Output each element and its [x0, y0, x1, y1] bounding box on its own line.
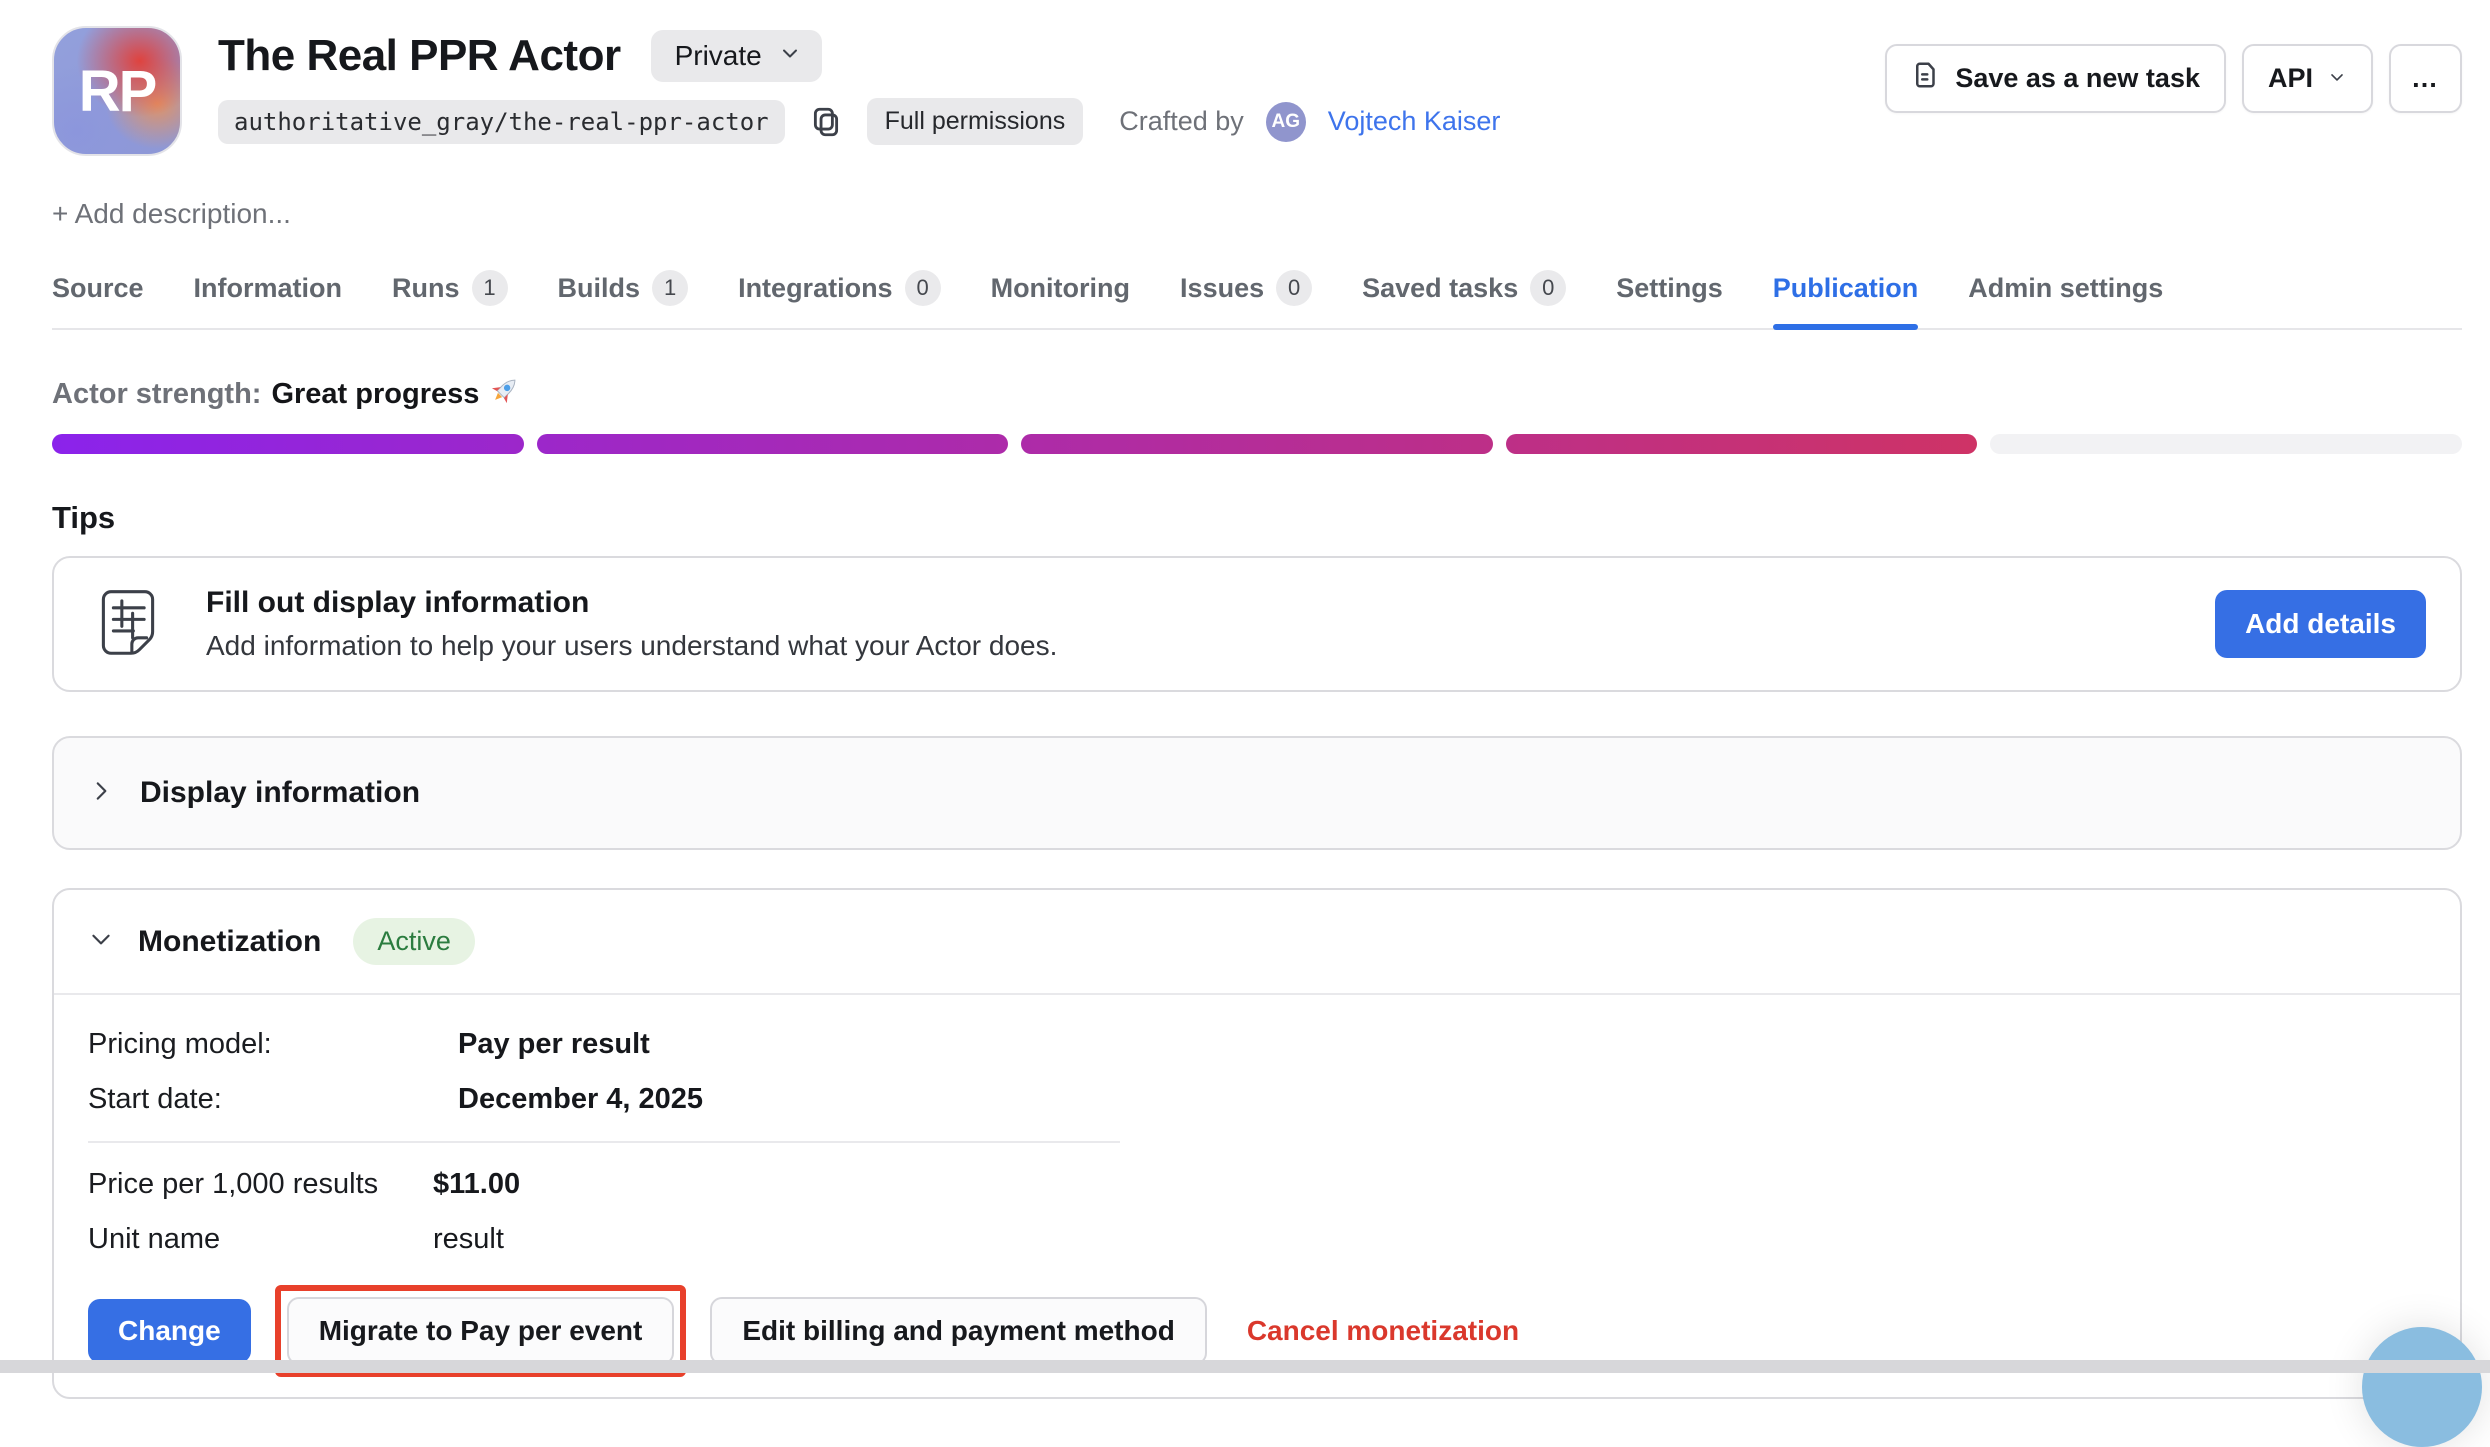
add-details-button[interactable]: Add details: [2215, 590, 2426, 658]
tab-source[interactable]: Source: [52, 270, 144, 328]
tips-card-description: Add information to help your users under…: [206, 630, 1057, 662]
progress-segment-filled: [537, 434, 1009, 454]
actor-avatar: RP: [52, 26, 182, 156]
display-information-section[interactable]: Display information: [52, 736, 2462, 850]
actor-strength: Actor strength: Great progress: [52, 374, 2462, 414]
chevron-down-icon: [778, 40, 802, 72]
cancel-monetization-button[interactable]: Cancel monetization: [1247, 1315, 1519, 1347]
tab-saved-tasks[interactable]: Saved tasks0: [1362, 270, 1566, 328]
start-date-row: Start date: December 4, 2025: [88, 1072, 2426, 1127]
tips-card-title: Fill out display information: [206, 586, 1057, 620]
tab-integrations[interactable]: Integrations0: [738, 270, 941, 328]
monetization-body: Pricing model: Pay per result Start date…: [54, 995, 2460, 1397]
actor-avatar-initials: RP: [79, 58, 156, 125]
author-link[interactable]: Vojtech Kaiser: [1328, 106, 1501, 137]
tab-builds[interactable]: Builds1: [558, 270, 689, 328]
tab-publication[interactable]: Publication: [1773, 270, 1919, 328]
row-label: Unit name: [88, 1223, 433, 1256]
price-per-results-row: Price per 1,000 results $11.00: [88, 1157, 2426, 1212]
tab-count-badge: 1: [472, 270, 508, 306]
chevron-down-icon: [2327, 63, 2347, 94]
row-label: Price per 1,000 results: [88, 1168, 433, 1201]
visibility-dropdown[interactable]: Private: [651, 30, 822, 82]
tab-count-badge: 0: [905, 270, 941, 306]
tab-information[interactable]: Information: [194, 270, 343, 328]
display-information-title: Display information: [140, 776, 420, 810]
actor-strength-progress-bar: [52, 434, 2462, 454]
row-value: $11.00: [433, 1168, 520, 1201]
tips-card: Fill out display information Add informa…: [52, 556, 2462, 692]
row-label: Start date:: [88, 1083, 458, 1116]
row-label: Pricing model:: [88, 1028, 458, 1061]
row-value: result: [433, 1223, 504, 1256]
page: RP The Real PPR Actor Private authoritat…: [0, 0, 2490, 1399]
pricing-model-row: Pricing model: Pay per result: [88, 1017, 2426, 1072]
tab-count-badge: 1: [652, 270, 688, 306]
tab-settings[interactable]: Settings: [1616, 270, 1723, 328]
save-as-new-task-button[interactable]: Save as a new task: [1885, 44, 2226, 113]
actor-strength-label: Actor strength:: [52, 378, 261, 411]
document-icon: [1911, 60, 1941, 97]
tab-runs[interactable]: Runs1: [392, 270, 508, 328]
form-document-icon: [88, 584, 168, 664]
migrate-to-pay-per-event-button[interactable]: Migrate to Pay per event: [287, 1297, 675, 1365]
header-actions: Save as a new task API …: [1885, 44, 2462, 113]
row-value: Pay per result: [458, 1028, 650, 1061]
monetization-title: Monetization: [138, 925, 321, 959]
divider: [88, 1141, 1120, 1143]
visibility-label: Private: [675, 40, 762, 72]
author-avatar: AG: [1266, 102, 1306, 142]
tips-heading: Tips: [52, 500, 2462, 536]
more-options-button[interactable]: …: [2389, 44, 2462, 113]
tab-issues[interactable]: Issues0: [1180, 270, 1312, 328]
chevron-down-icon: [88, 926, 114, 957]
change-button[interactable]: Change: [88, 1299, 251, 1363]
add-description-link[interactable]: + Add description...: [52, 198, 2462, 230]
save-as-new-task-label: Save as a new task: [1955, 63, 2200, 94]
status-badge: Active: [353, 918, 475, 965]
tab-admin-settings[interactable]: Admin settings: [1968, 270, 2163, 328]
crafted-by-label: Crafted by: [1119, 106, 1244, 137]
api-button[interactable]: API: [2242, 44, 2373, 113]
tab-bar: Source Information Runs1 Builds1 Integra…: [52, 270, 2462, 330]
edit-billing-button[interactable]: Edit billing and payment method: [710, 1297, 1206, 1365]
progress-segment-filled: [1021, 434, 1493, 454]
tab-count-badge: 0: [1276, 270, 1312, 306]
progress-segment-filled: [1506, 434, 1978, 454]
monetization-header[interactable]: Monetization Active: [54, 890, 2460, 993]
copy-icon[interactable]: [807, 103, 845, 141]
actor-strength-value: Great progress: [271, 378, 479, 411]
chevron-right-icon: [88, 778, 114, 809]
actor-title-block: The Real PPR Actor Private authoritative…: [218, 26, 1885, 145]
actor-path-badge: authoritative_gray/the-real-ppr-actor: [218, 100, 785, 144]
tab-count-badge: 0: [1530, 270, 1566, 306]
chat-widget-button[interactable]: [2362, 1327, 2482, 1447]
tips-card-text: Fill out display information Add informa…: [206, 586, 1057, 662]
progress-segment-empty: [1990, 434, 2462, 454]
permissions-badge: Full permissions: [867, 98, 1084, 145]
actor-header: RP The Real PPR Actor Private authoritat…: [52, 26, 2462, 156]
api-label: API: [2268, 63, 2313, 94]
row-value: December 4, 2025: [458, 1083, 703, 1116]
tab-monitoring[interactable]: Monitoring: [991, 270, 1130, 328]
rocket-emoji: [489, 374, 521, 414]
page-title: The Real PPR Actor: [218, 31, 621, 81]
monetization-section: Monetization Active Pricing model: Pay p…: [52, 888, 2462, 1399]
unit-name-row: Unit name result: [88, 1212, 2426, 1267]
progress-segment-filled: [52, 434, 524, 454]
page-bottom-edge: [0, 1360, 2490, 1373]
